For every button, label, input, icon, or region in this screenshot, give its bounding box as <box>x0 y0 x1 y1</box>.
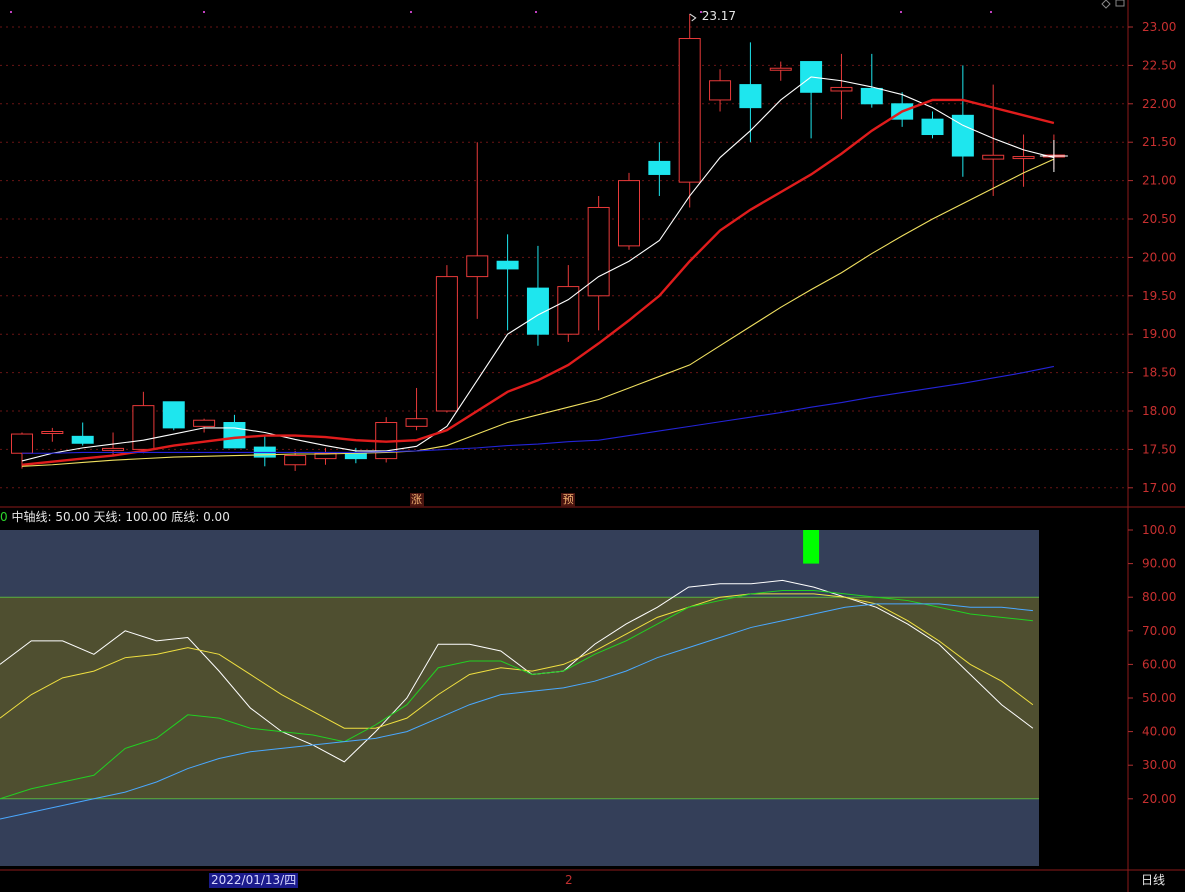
signal-tag-yu: 预 <box>561 493 576 507</box>
candle-body <box>648 160 671 175</box>
oscillator-tick-label: 70.00 <box>1142 624 1176 638</box>
candle-body <box>466 255 489 278</box>
chart-canvas[interactable]: 23.0022.5022.0021.5021.0020.5020.0019.50… <box>0 0 1185 892</box>
mid-line-value: 50.00 <box>55 510 90 524</box>
price-tick-label: 20.00 <box>1142 250 1176 264</box>
candle-body <box>102 447 125 451</box>
price-tick-label: 21.00 <box>1142 174 1176 188</box>
max-price-pointer <box>689 13 697 22</box>
candle-body <box>435 276 458 412</box>
top-time-marker <box>203 11 205 13</box>
oscillator-tick-label: 50.00 <box>1142 691 1176 705</box>
price-tick-label: 19.50 <box>1142 289 1176 303</box>
candle-body <box>284 455 307 466</box>
price-tick-label: 22.50 <box>1142 58 1176 72</box>
candle-body <box>344 452 367 460</box>
oscillator-tick-label: 90.00 <box>1142 557 1176 571</box>
price-tick-label: 17.50 <box>1142 442 1176 456</box>
oscillator-tick-label: 20.00 <box>1142 792 1176 806</box>
oscillator-band <box>0 530 1039 598</box>
oscillator-tick-label: 60.00 <box>1142 657 1176 671</box>
price-tick-label: 23.00 <box>1142 20 1176 34</box>
signal-tag-zhang: 涨 <box>409 493 424 507</box>
candle-body <box>132 405 155 450</box>
candle-body <box>739 84 762 109</box>
oscillator-tick-label: 100.0 <box>1142 523 1176 537</box>
oscillator-signal-bar <box>803 530 820 564</box>
candle-body <box>71 435 94 444</box>
top-time-marker <box>535 11 537 13</box>
candle-body <box>830 86 853 92</box>
oscillator-tick-label: 40.00 <box>1142 725 1176 739</box>
bottom-line-value: 0.00 <box>203 510 230 524</box>
window-icon <box>1115 0 1125 7</box>
candle-body <box>193 419 216 427</box>
price-tick-label: 22.00 <box>1142 97 1176 111</box>
candle-body <box>769 67 792 71</box>
oscillator-tick-label: 30.00 <box>1142 758 1176 772</box>
x-axis-mark: 2 <box>565 873 573 887</box>
diamond-icon <box>1101 0 1111 9</box>
candle-body <box>11 433 33 454</box>
bottom-line-label: 底线: <box>171 510 200 524</box>
candlestick-series <box>11 13 1065 471</box>
cursor-date-label: 2022/01/13/四 <box>209 873 299 888</box>
candle-body <box>618 180 640 247</box>
mid-line-label: 中轴线: <box>11 510 52 524</box>
candle-body <box>1012 156 1035 160</box>
candle-body <box>41 431 64 435</box>
period-label[interactable]: 日线 <box>1141 873 1165 888</box>
max-price-label: 23.17 <box>702 9 736 23</box>
candle-body <box>709 80 732 101</box>
oscillator-header: 0 中轴线: 50.00 天线: 100.00 底线: 0.00 <box>0 509 230 525</box>
top-time-marker <box>410 11 412 13</box>
price-tick-label: 18.50 <box>1142 366 1176 380</box>
candle-body <box>678 38 701 183</box>
candle-body <box>162 401 185 429</box>
candle-body <box>982 154 1005 160</box>
candle-body <box>921 118 944 136</box>
price-tick-label: 21.50 <box>1142 135 1176 149</box>
candle-body <box>405 418 428 427</box>
candle-body <box>496 260 519 270</box>
top-time-marker <box>990 11 992 13</box>
oscillator-tick-label: 80.00 <box>1142 590 1176 604</box>
oscillator-band <box>0 798 1039 866</box>
top-time-marker <box>700 11 702 13</box>
candle-body <box>223 422 246 449</box>
price-tick-label: 18.00 <box>1142 404 1176 418</box>
top-time-marker <box>900 11 902 13</box>
top-line-value: 100.00 <box>125 510 168 524</box>
header-prefix: 0 <box>0 510 8 524</box>
price-tick-label: 19.00 <box>1142 327 1176 341</box>
price-tick-label: 20.50 <box>1142 212 1176 226</box>
candle-body <box>860 87 883 105</box>
oscillator-band <box>0 597 1039 799</box>
top-time-marker <box>10 11 12 13</box>
price-tick-label: 17.00 <box>1142 481 1176 495</box>
top-line-label: 天线: <box>93 510 122 524</box>
